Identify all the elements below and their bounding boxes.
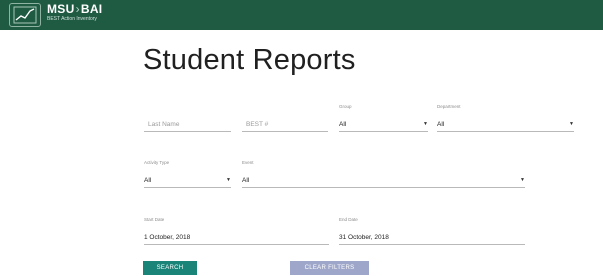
activity-type-label: Activity Type: [144, 160, 170, 165]
event-select[interactable]: Event All ▼: [242, 160, 525, 188]
app-brand[interactable]: MSU›BAI: [47, 2, 102, 16]
department-label: Department: [437, 104, 461, 109]
last-name-placeholder: Last Name: [148, 121, 180, 128]
chevron-down-icon: ▼: [569, 121, 574, 127]
brand-subtitle: BEST Action Inventory: [47, 16, 97, 22]
event-value: All: [242, 177, 250, 184]
end-date-value: 31 October, 2018: [339, 234, 389, 241]
department-select[interactable]: Department All ▼: [437, 104, 574, 132]
last-name-input[interactable]: Last Name: [144, 112, 231, 132]
best-number-placeholder: BEST #: [246, 121, 269, 128]
chevron-down-icon: ▼: [520, 177, 525, 183]
clear-filters-button[interactable]: CLEAR FILTERS: [290, 261, 369, 275]
app-header: MSU›BAI BEST Action Inventory: [0, 0, 603, 30]
group-value: All: [339, 121, 347, 128]
start-date-input[interactable]: Start Date 1 October, 2018: [144, 217, 329, 245]
end-date-label: End Date: [339, 217, 358, 222]
chevron-down-icon: ▼: [226, 177, 231, 183]
activity-type-select[interactable]: Activity Type All ▼: [144, 160, 231, 188]
chevron-down-icon: ▼: [423, 121, 428, 127]
brand-bai: BAI: [80, 2, 103, 16]
event-label: Event: [242, 160, 254, 165]
end-date-input[interactable]: End Date 31 October, 2018: [339, 217, 525, 245]
group-select[interactable]: Group All ▼: [339, 104, 428, 132]
department-value: All: [437, 121, 445, 128]
group-label: Group: [339, 104, 352, 109]
search-button[interactable]: SEARCH: [143, 261, 197, 275]
best-number-input[interactable]: BEST #: [242, 112, 328, 132]
activity-type-value: All: [144, 177, 152, 184]
start-date-label: Start Date: [144, 217, 165, 222]
brand-separator: ›: [75, 2, 80, 16]
start-date-value: 1 October, 2018: [144, 234, 191, 241]
page-title: Student Reports: [143, 44, 356, 76]
chart-logo-icon[interactable]: [9, 3, 41, 27]
brand-msu: MSU: [47, 2, 75, 16]
